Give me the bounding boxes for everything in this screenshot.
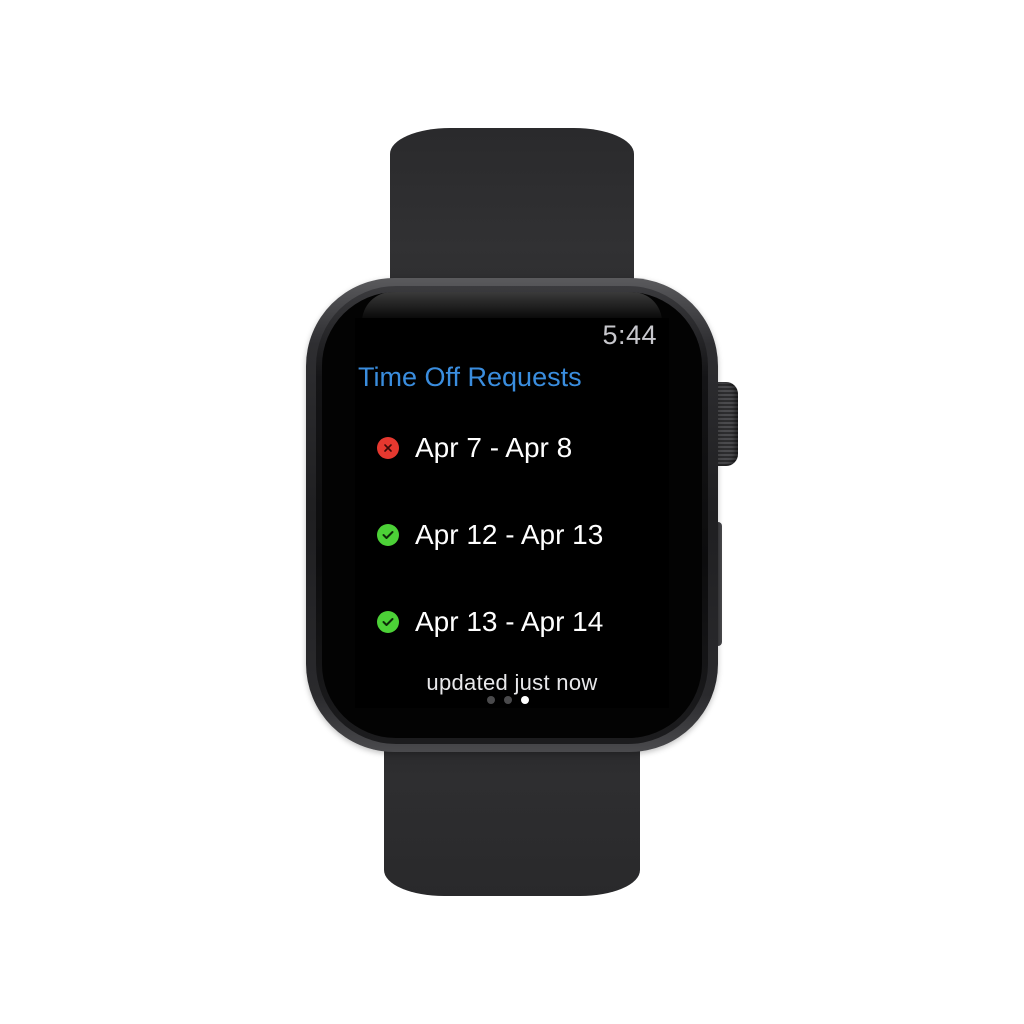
watch-mockup: 5:44 Time Off Requests Apr 7 - Apr 8 Apr… [0, 0, 1024, 1024]
watch-screen: 5:44 Time Off Requests Apr 7 - Apr 8 Apr… [355, 318, 669, 708]
page-dot-active[interactable] [521, 696, 529, 704]
request-dates: Apr 13 - Apr 14 [415, 606, 604, 637]
request-row-approved[interactable]: Apr 13 - Apr 14 [377, 602, 657, 642]
status-time: 5:44 [602, 320, 657, 350]
check-circle-icon [377, 611, 399, 633]
page-title[interactable]: Time Off Requests [358, 362, 582, 393]
page-dot[interactable] [487, 696, 495, 704]
request-row-approved[interactable]: Apr 12 - Apr 13 [377, 515, 657, 555]
updated-status: updated just now [426, 670, 598, 695]
request-dates: Apr 12 - Apr 13 [415, 519, 604, 550]
page-indicator[interactable] [487, 696, 529, 704]
request-row-denied[interactable]: Apr 7 - Apr 8 [377, 428, 657, 468]
check-circle-icon [377, 524, 399, 546]
page-dot[interactable] [504, 696, 512, 704]
request-dates: Apr 7 - Apr 8 [415, 432, 573, 463]
x-circle-icon [377, 437, 399, 459]
